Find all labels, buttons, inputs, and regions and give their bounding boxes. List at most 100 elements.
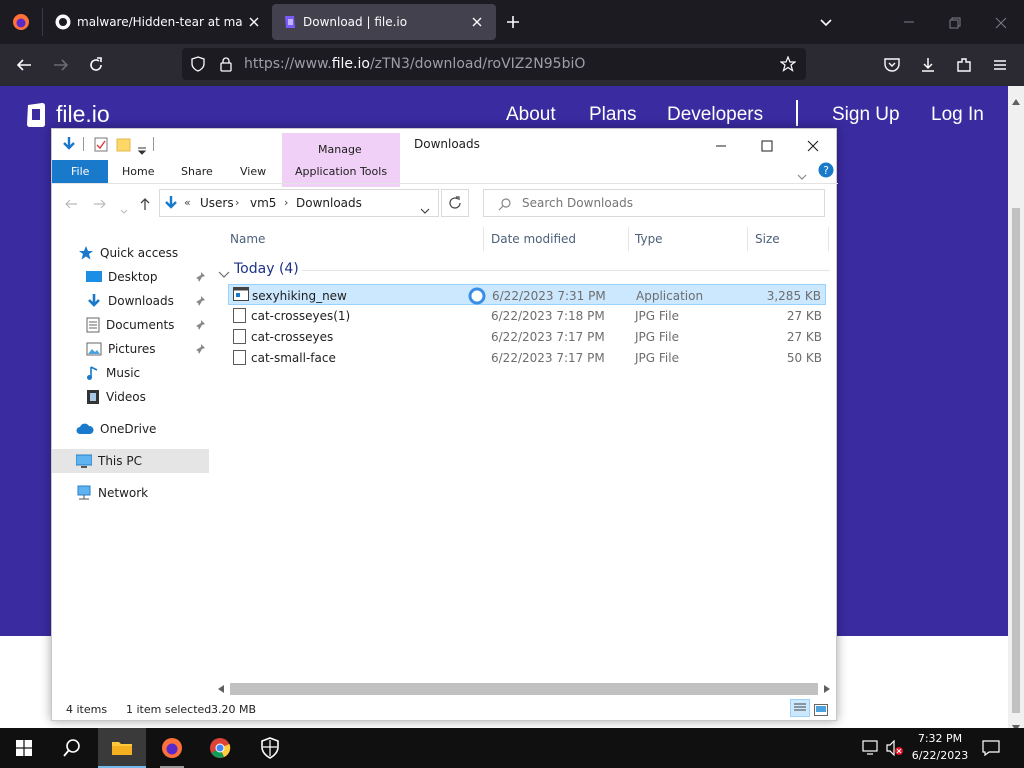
ribbon-tab-home[interactable]: Home [122, 165, 154, 178]
pin-icon[interactable] [195, 319, 207, 331]
breadcrumb-downloads[interactable]: Downloads [296, 196, 362, 210]
taskbar-firefox[interactable] [148, 728, 196, 768]
breadcrumb-vm5[interactable]: vm5 [250, 196, 276, 210]
column-divider[interactable] [483, 227, 484, 251]
tab-github[interactable]: malware/Hidden-tear at master [46, 4, 268, 40]
fileio-logo-icon[interactable] [24, 102, 48, 132]
search-button[interactable] [48, 728, 96, 768]
pocket-icon[interactable] [883, 56, 901, 78]
reload-icon[interactable] [87, 56, 105, 78]
nav-about[interactable]: About [506, 104, 556, 126]
properties-icon[interactable] [94, 137, 108, 156]
up-icon[interactable] [138, 196, 152, 215]
search-input[interactable] [522, 195, 812, 211]
restore-icon[interactable] [948, 15, 962, 34]
group-collapse-icon[interactable] [218, 264, 230, 283]
column-divider[interactable] [747, 227, 748, 251]
column-header-name[interactable]: Name [230, 232, 265, 246]
nav-developers[interactable]: Developers [667, 104, 763, 126]
scroll-up-icon[interactable] [1012, 90, 1020, 109]
help-icon[interactable]: ? [818, 162, 834, 182]
close-tab-icon[interactable] [246, 14, 262, 30]
pin-icon[interactable] [195, 295, 207, 307]
bookmark-star-icon[interactable] [779, 55, 797, 76]
close-window-icon[interactable] [807, 137, 819, 156]
new-tab-icon[interactable] [505, 14, 521, 34]
breadcrumb-separator-icon[interactable]: › [284, 196, 288, 209]
volume-muted-icon[interactable] [886, 739, 904, 760]
forward-icon[interactable] [93, 196, 107, 215]
network-tray-icon[interactable] [862, 740, 880, 760]
menu-icon[interactable] [991, 56, 1009, 78]
tracking-protection-icon[interactable] [190, 56, 206, 76]
taskbar-security[interactable] [246, 728, 294, 768]
column-divider[interactable] [828, 227, 829, 251]
minimize-icon[interactable] [715, 137, 727, 156]
group-header-today[interactable]: Today (4) [234, 261, 299, 277]
ribbon-tab-share[interactable]: Share [181, 165, 213, 178]
extensions-icon[interactable] [955, 56, 973, 78]
page-scrollbar[interactable] [1008, 86, 1024, 731]
list-all-tabs-icon[interactable] [818, 14, 834, 34]
horizontal-scrollbar[interactable] [212, 681, 836, 697]
search-box[interactable] [483, 189, 825, 217]
column-header-size[interactable]: Size [755, 232, 780, 246]
nav-network[interactable]: Network [52, 481, 209, 505]
forward-icon[interactable] [52, 56, 70, 78]
firefox-view-icon[interactable] [11, 12, 31, 32]
notifications-icon[interactable] [982, 739, 1000, 761]
pin-icon[interactable] [195, 343, 207, 355]
lock-icon[interactable] [218, 56, 234, 76]
scrollbar-thumb[interactable] [230, 683, 818, 695]
nav-documents[interactable]: Documents [52, 313, 209, 337]
file-row[interactable]: sexyhiking_new 6/22/2023 7:31 PM Applica… [228, 284, 826, 305]
scrollbar-thumb[interactable] [1012, 208, 1020, 713]
qat-download-icon[interactable] [61, 136, 77, 156]
url-bar[interactable]: https://www.file.io/zTN3/download/roVIZ2… [182, 48, 806, 80]
taskbar-chrome[interactable] [196, 728, 244, 768]
column-header-date[interactable]: Date modified [491, 232, 576, 246]
clock-time[interactable]: 7:32 PM [916, 732, 964, 745]
nav-music[interactable]: Music [52, 361, 209, 385]
qat-customize-icon[interactable] [137, 140, 147, 159]
clock-date[interactable]: 6/22/2023 [910, 749, 970, 762]
refresh-button[interactable] [441, 189, 469, 217]
column-divider[interactable] [628, 227, 629, 251]
file-row[interactable]: cat-crosseyes(1) 6/22/2023 7:18 PM JPG F… [228, 305, 826, 326]
breadcrumb-separator-icon[interactable]: › [235, 196, 239, 209]
nav-pictures[interactable]: Pictures [52, 337, 209, 361]
pin-icon[interactable] [195, 271, 207, 283]
ribbon-tab-application-tools[interactable]: Application Tools [295, 165, 387, 178]
maximize-icon[interactable] [761, 137, 773, 156]
back-icon[interactable] [15, 56, 33, 78]
scroll-right-icon[interactable] [824, 685, 830, 693]
nav-sign-up[interactable]: Sign Up [832, 104, 900, 126]
ribbon-tab-view[interactable]: View [240, 165, 266, 178]
downloads-icon[interactable] [919, 56, 937, 78]
back-icon[interactable] [64, 196, 78, 215]
nav-plans[interactable]: Plans [589, 104, 637, 126]
new-folder-icon[interactable] [116, 137, 132, 156]
column-header-type[interactable]: Type [635, 232, 663, 246]
address-dropdown-icon[interactable] [420, 200, 430, 219]
file-row[interactable]: cat-crosseyes 6/22/2023 7:17 PM JPG File… [228, 326, 826, 347]
address-bar[interactable]: « Users › vm5 › Downloads [159, 189, 439, 217]
recent-locations-icon[interactable] [120, 200, 128, 219]
breadcrumb-users[interactable]: Users [200, 196, 234, 210]
nav-downloads[interactable]: Downloads [52, 289, 209, 313]
ribbon-file-tab[interactable]: File [52, 160, 108, 183]
tab-fileio[interactable]: Download | file.io [272, 4, 496, 40]
nav-desktop[interactable]: Desktop [52, 265, 209, 289]
taskbar-file-explorer[interactable] [98, 728, 146, 768]
details-view-icon[interactable] [790, 699, 810, 717]
file-row[interactable]: cat-small-face 6/22/2023 7:17 PM JPG Fil… [228, 347, 826, 368]
nav-quick-access[interactable]: Quick access [52, 241, 209, 265]
close-tab-icon[interactable] [469, 14, 485, 30]
large-icons-view-icon[interactable] [814, 701, 828, 720]
nav-videos[interactable]: Videos [52, 385, 209, 409]
site-logo-text[interactable]: file.io [56, 101, 110, 128]
minimize-icon[interactable] [902, 14, 916, 33]
close-window-icon[interactable] [994, 15, 1008, 34]
nav-this-pc[interactable]: This PC [52, 449, 209, 473]
nav-log-in[interactable]: Log In [931, 104, 984, 126]
